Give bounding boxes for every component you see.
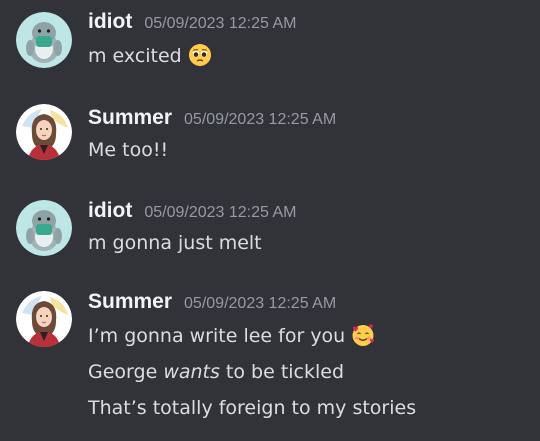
message-text: I’m gonna write lee for you: [88, 322, 375, 350]
timestamp: 05/09/2023 12:25 AM: [184, 111, 337, 128]
message-text-content: m excited: [88, 45, 182, 67]
username[interactable]: idiot: [88, 10, 132, 33]
penguin-avatar-icon[interactable]: [16, 12, 72, 68]
message-header: idiot 05/09/2023 12:25 AM: [88, 199, 296, 225]
girl-portrait-avatar-icon[interactable]: [16, 104, 72, 160]
message-text-italic: wants: [163, 361, 220, 383]
penguin-avatar-icon[interactable]: [16, 200, 72, 256]
message-text-content: Me too!!: [88, 139, 169, 161]
message-text-before: George: [88, 361, 164, 383]
chat-message-list: idiot 05/09/2023 12:25 AM m excited Summ…: [0, 0, 540, 441]
timestamp: 05/09/2023 12:25 AM: [144, 204, 297, 221]
username[interactable]: Summer: [88, 106, 172, 129]
username[interactable]: idiot: [88, 199, 132, 222]
message-text: m excited: [88, 42, 212, 70]
message-text: Me too!!: [88, 136, 168, 164]
timestamp: 05/09/2023 12:25 AM: [184, 295, 337, 312]
message-text: m gonna just melt: [88, 229, 262, 257]
message-header: Summer 05/09/2023 12:25 AM: [88, 290, 336, 316]
message-text: That’s totally foreign to my stories: [88, 394, 416, 422]
timestamp: 05/09/2023 12:25 AM: [144, 15, 297, 32]
girl-portrait-avatar-icon[interactable]: [16, 291, 72, 347]
username[interactable]: Summer: [88, 290, 172, 313]
message-text-content: I’m gonna write lee for you: [88, 325, 346, 347]
message-header: Summer 05/09/2023 12:25 AM: [88, 106, 336, 132]
message-header: idiot 05/09/2023 12:25 AM: [88, 10, 296, 36]
pleading-face-icon: [188, 43, 212, 67]
smiling-face-with-hearts-icon: [351, 323, 375, 347]
message-text-content: That’s totally foreign to my stories: [88, 397, 417, 419]
message-text: George wants to be tickled: [88, 358, 344, 386]
message-text-after: to be tickled: [219, 361, 345, 383]
message-text-content: m gonna just melt: [88, 232, 262, 254]
